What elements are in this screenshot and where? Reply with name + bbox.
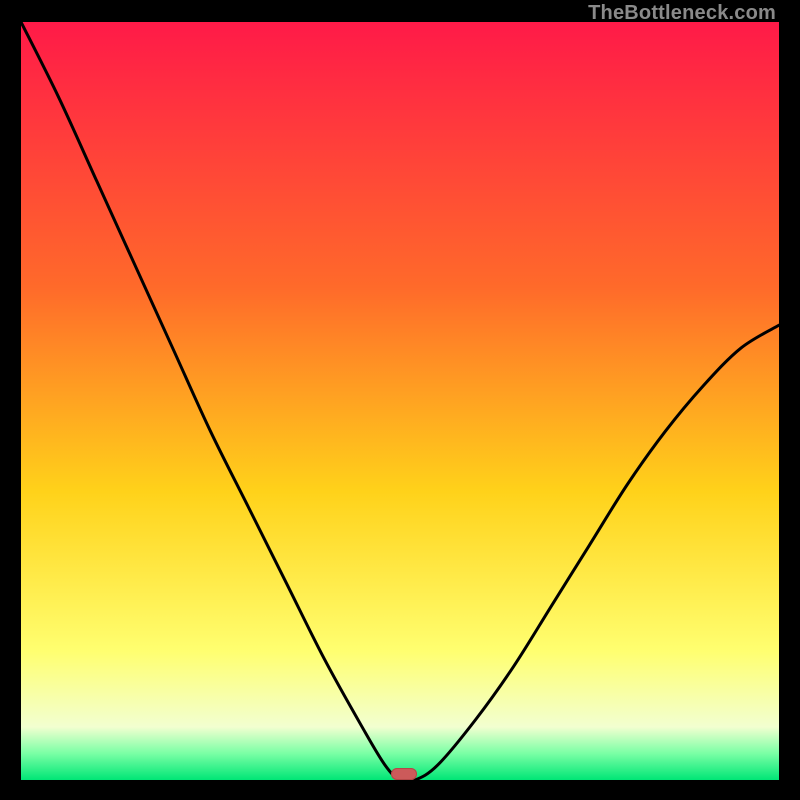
optimum-marker	[391, 768, 417, 780]
chart-frame: TheBottleneck.com	[0, 0, 800, 800]
plot-area	[21, 22, 779, 780]
bottleneck-curve	[21, 22, 779, 780]
